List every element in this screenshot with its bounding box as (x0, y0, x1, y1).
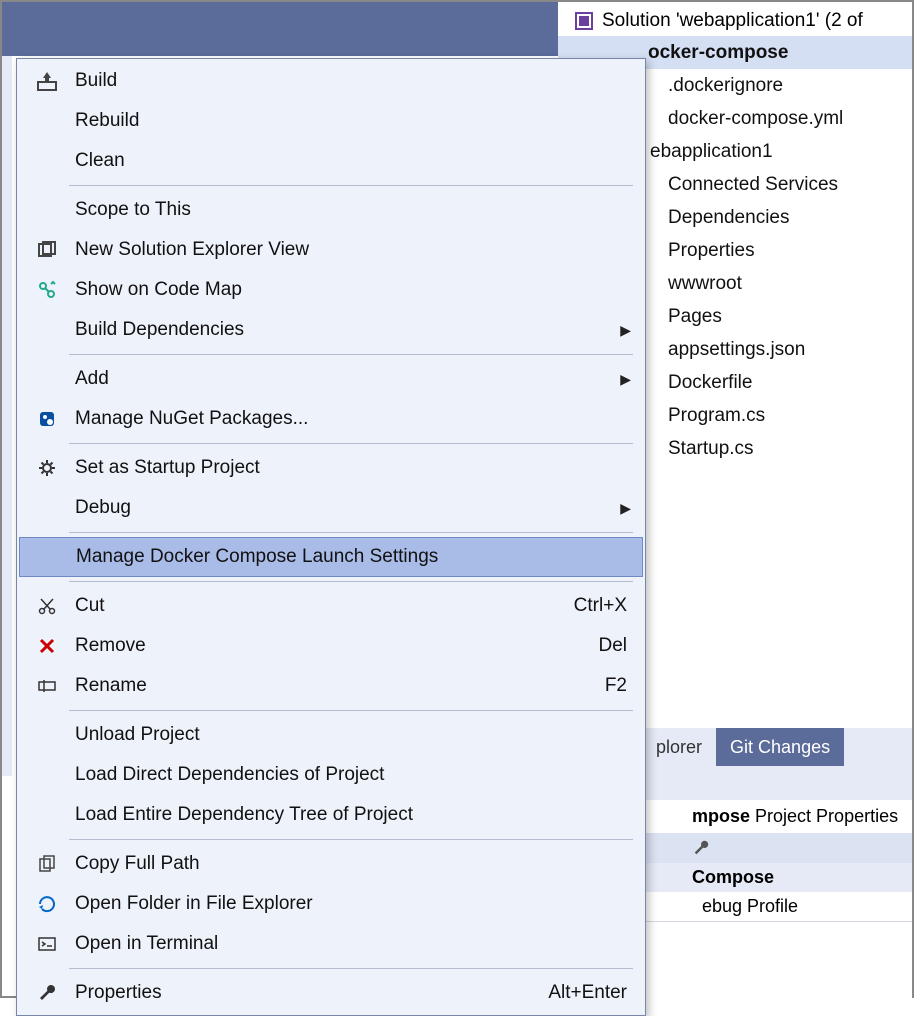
menu-set-startup-project[interactable]: Set as Startup Project (17, 448, 645, 488)
menu-separator (69, 185, 633, 186)
menu-label: Rebuild (75, 110, 139, 132)
menu-remove[interactable]: Remove Del (17, 626, 645, 666)
build-icon (33, 67, 61, 95)
window-icon (33, 236, 61, 264)
menu-rebuild[interactable]: Rebuild (17, 101, 645, 141)
submenu-arrow-icon: ▶ (620, 500, 631, 517)
menu-separator (69, 968, 633, 969)
menu-shortcut: F2 (605, 675, 627, 697)
menu-load-entire-dependency-tree[interactable]: Load Entire Dependency Tree of Project (17, 795, 645, 835)
properties-row-debug-profile[interactable]: ebug Profile (642, 892, 912, 922)
wrench-icon (692, 839, 710, 857)
solution-icon (574, 11, 594, 31)
menu-separator (69, 443, 633, 444)
menu-label: Properties (75, 982, 162, 1004)
menu-label: Manage NuGet Packages... (75, 408, 308, 430)
menu-open-in-terminal[interactable]: Open in Terminal (17, 924, 645, 964)
terminal-icon (33, 930, 61, 958)
left-strip (2, 56, 12, 776)
context-menu: Build Rebuild Clean Scope to This New So… (16, 58, 646, 1016)
menu-add[interactable]: Add ▶ (17, 359, 645, 399)
menu-open-folder[interactable]: Open Folder in File Explorer (17, 884, 645, 924)
properties-toolbar (642, 833, 912, 863)
properties-title: mpose Project Properties (642, 800, 912, 833)
menu-label: Remove (75, 635, 146, 657)
menu-unload-project[interactable]: Unload Project (17, 715, 645, 755)
menu-label: Debug (75, 497, 131, 519)
menu-separator (69, 581, 633, 582)
copy-icon (33, 850, 61, 878)
menu-label: Build (75, 70, 117, 92)
solution-title: Solution 'webapplication1' (2 of (602, 10, 863, 32)
menu-label: Set as Startup Project (75, 457, 260, 479)
menu-label: Load Entire Dependency Tree of Project (75, 804, 413, 826)
menu-show-on-code-map[interactable]: Show on Code Map (17, 270, 645, 310)
menu-label: Build Dependencies (75, 319, 244, 341)
menu-separator (69, 532, 633, 533)
scissors-icon (33, 592, 61, 620)
menu-label: Cut (75, 595, 105, 617)
open-folder-icon (33, 890, 61, 918)
menu-clean[interactable]: Clean (17, 141, 645, 181)
menu-label: Show on Code Map (75, 279, 242, 301)
menu-label: New Solution Explorer View (75, 239, 309, 261)
menu-new-solution-explorer-view[interactable]: New Solution Explorer View (17, 230, 645, 270)
menu-shortcut: Ctrl+X (574, 595, 627, 617)
menu-label: Copy Full Path (75, 853, 200, 875)
menu-copy-full-path[interactable]: Copy Full Path (17, 844, 645, 884)
nuget-icon (33, 405, 61, 433)
menu-load-direct-dependencies[interactable]: Load Direct Dependencies of Project (17, 755, 645, 795)
menu-label: Rename (75, 675, 147, 697)
submenu-arrow-icon: ▶ (620, 371, 631, 388)
menu-shortcut: Del (598, 635, 627, 657)
menu-label: Add (75, 368, 109, 390)
menu-scope-to-this[interactable]: Scope to This (17, 190, 645, 230)
menu-separator (69, 839, 633, 840)
menu-label: Open in Terminal (75, 933, 218, 955)
tab-solution-explorer[interactable]: plorer (642, 728, 716, 766)
menu-separator (69, 710, 633, 711)
menu-separator (69, 354, 633, 355)
tab-git-changes[interactable]: Git Changes (716, 728, 844, 766)
properties-section-compose[interactable]: Compose (642, 863, 912, 892)
menu-label: Unload Project (75, 724, 200, 746)
menu-build-dependencies[interactable]: Build Dependencies ▶ (17, 310, 645, 350)
properties-panel: mpose Project Properties Compose ebug Pr… (642, 766, 912, 922)
panel-tabs: plorer Git Changes (642, 728, 912, 766)
menu-properties[interactable]: Properties Alt+Enter (17, 973, 645, 1013)
menu-build[interactable]: Build (17, 61, 645, 101)
menu-label: Clean (75, 150, 125, 172)
wrench-icon (33, 979, 61, 1007)
menu-rename[interactable]: Rename F2 (17, 666, 645, 706)
solution-header[interactable]: Solution 'webapplication1' (2 of (558, 6, 912, 36)
menu-debug[interactable]: Debug ▶ (17, 488, 645, 528)
menu-manage-docker-compose-launch-settings[interactable]: Manage Docker Compose Launch Settings (19, 537, 643, 577)
menu-label: Load Direct Dependencies of Project (75, 764, 384, 786)
menu-shortcut: Alt+Enter (548, 982, 627, 1004)
menu-manage-nuget[interactable]: Manage NuGet Packages... (17, 399, 645, 439)
delete-icon (33, 632, 61, 660)
code-map-icon (33, 276, 61, 304)
submenu-arrow-icon: ▶ (620, 322, 631, 339)
menu-cut[interactable]: Cut Ctrl+X (17, 586, 645, 626)
menu-label: Manage Docker Compose Launch Settings (76, 546, 438, 568)
gear-icon (33, 454, 61, 482)
rename-icon (33, 672, 61, 700)
menu-label: Scope to This (75, 199, 191, 221)
menu-label: Open Folder in File Explorer (75, 893, 313, 915)
